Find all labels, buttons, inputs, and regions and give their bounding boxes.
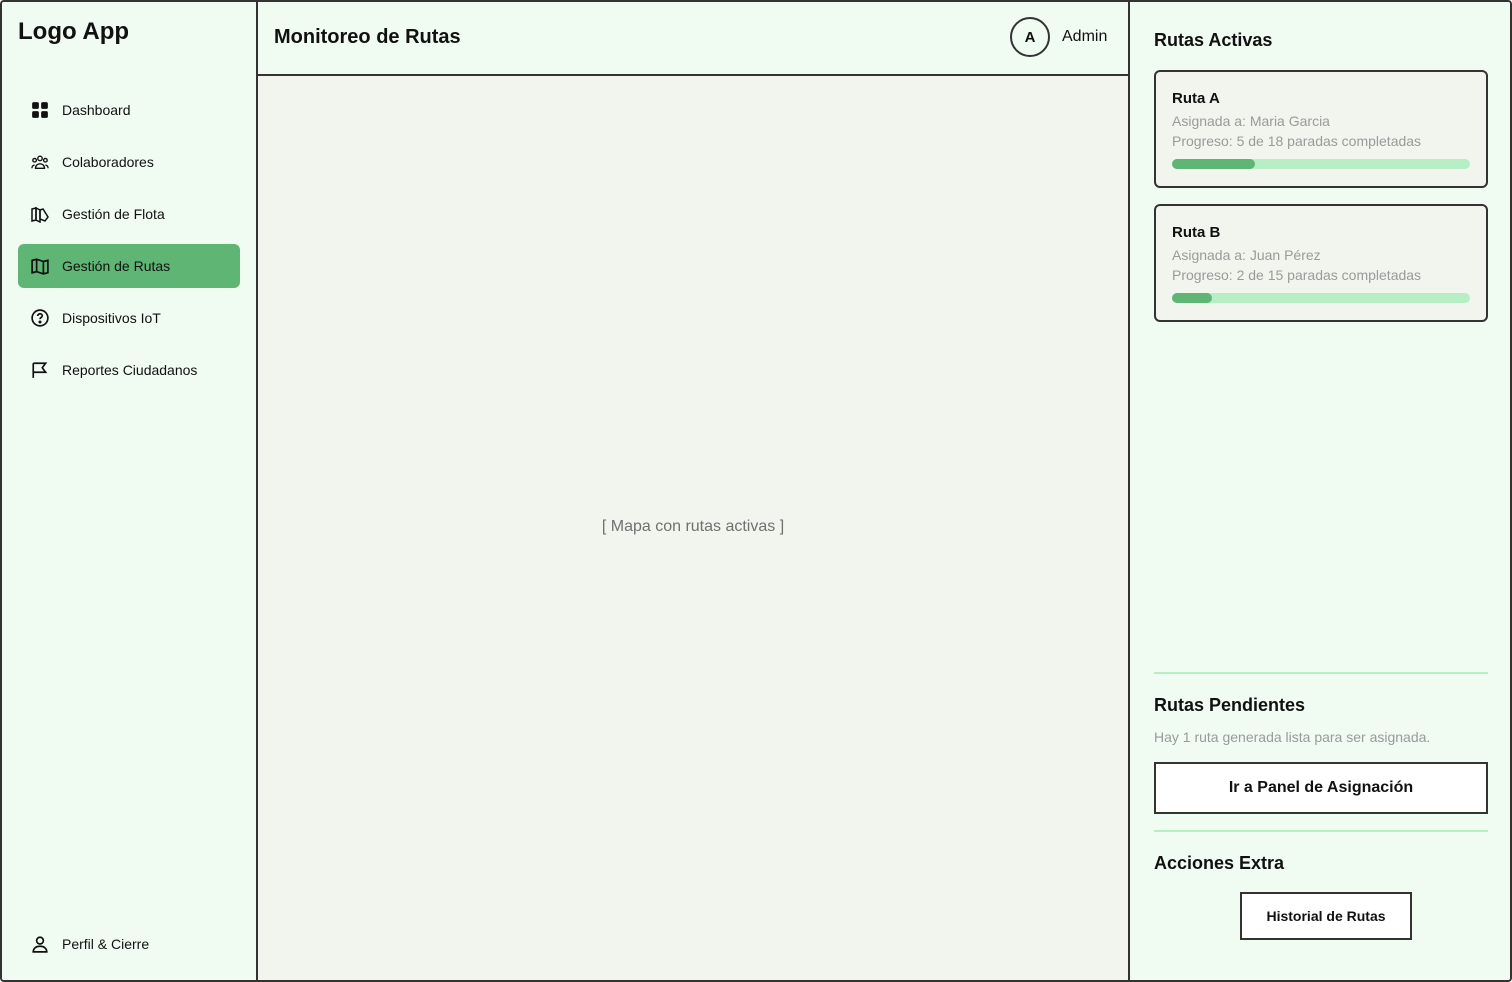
pending-routes-text: Hay 1 ruta generada lista para ser asign… <box>1154 729 1431 745</box>
sidebar-item-colaboradores[interactable]: Colaboradores <box>18 140 240 184</box>
sidebar-item-dashboard[interactable]: Dashboard <box>18 88 240 132</box>
right-panel: Rutas Activas Ruta A Asignada a: Maria G… <box>1128 2 1510 980</box>
divider <box>1154 830 1488 832</box>
route-assigned: Asignada a: Maria Garcia <box>1172 113 1330 129</box>
sidebar-item-profile[interactable]: Perfil & Cierre <box>18 922 240 966</box>
sidebar-nav: Dashboard Colaboradores Gestión de Flota… <box>18 88 240 400</box>
users-icon <box>30 152 50 172</box>
sidebar-item-label: Colaboradores <box>62 154 154 170</box>
map-placeholder: [ Mapa con rutas activas ] <box>601 518 785 535</box>
route-card-a[interactable]: Ruta A Asignada a: Maria Garcia Progreso… <box>1154 70 1488 188</box>
user-icon <box>30 934 50 954</box>
sidebar-item-iot[interactable]: Dispositivos IoT <box>18 296 240 340</box>
route-progress-text: Progreso: 2 de 15 paradas completadas <box>1172 267 1422 283</box>
user-name[interactable]: Admin <box>1062 28 1107 46</box>
grid-icon <box>30 100 50 120</box>
flag-icon <box>30 360 50 380</box>
sidebar-item-rutas[interactable]: Gestión de Rutas <box>18 244 240 288</box>
sidebar: Logo App Dashboard Colaboradores Gestión… <box>2 2 258 980</box>
route-name: Ruta A <box>1172 90 1220 107</box>
map-icon <box>30 256 50 276</box>
sidebar-item-label: Perfil & Cierre <box>62 936 150 952</box>
divider <box>1154 672 1488 674</box>
route-history-button[interactable]: Historial de Rutas <box>1240 892 1412 940</box>
app-window: Logo App Dashboard Colaboradores Gestión… <box>0 0 1512 982</box>
page-title: Monitoreo de Rutas <box>274 26 461 48</box>
progress-bar <box>1172 159 1470 169</box>
progress-fill <box>1172 159 1255 169</box>
sidebar-item-label: Gestión de Flota <box>62 206 165 222</box>
progress-bar <box>1172 293 1470 303</box>
route-progress-text: Progreso: 5 de 18 paradas completadas <box>1172 133 1422 149</box>
progress-fill <box>1172 293 1212 303</box>
pending-routes-title: Rutas Pendientes <box>1154 695 1306 715</box>
sidebar-item-label: Dispositivos IoT <box>62 310 161 326</box>
sidebar-item-label: Dashboard <box>62 102 131 118</box>
route-card-b[interactable]: Ruta B Asignada a: Juan Pérez Progreso: … <box>1154 204 1488 322</box>
question-circle-icon <box>30 308 50 328</box>
map-area[interactable]: [ Mapa con rutas activas ] <box>258 76 1128 980</box>
sidebar-item-label: Gestión de Rutas <box>62 258 171 274</box>
active-routes-title: Rutas Activas <box>1154 30 1273 50</box>
assign-panel-button[interactable]: Ir a Panel de Asignación <box>1154 762 1488 814</box>
sidebar-item-label: Reportes Ciudadanos <box>62 362 198 378</box>
sidebar-item-reportes[interactable]: Reportes Ciudadanos <box>18 348 240 392</box>
fleet-icon <box>30 204 50 224</box>
sidebar-item-flota[interactable]: Gestión de Flota <box>18 192 240 236</box>
route-assigned: Asignada a: Juan Pérez <box>1172 247 1321 263</box>
route-name: Ruta B <box>1172 224 1221 241</box>
extra-actions-title: Acciones Extra <box>1154 853 1285 873</box>
app-logo: Logo App <box>18 18 130 45</box>
avatar[interactable]: A <box>1010 17 1050 57</box>
top-header: Monitoreo de Rutas A Admin <box>258 2 1128 76</box>
